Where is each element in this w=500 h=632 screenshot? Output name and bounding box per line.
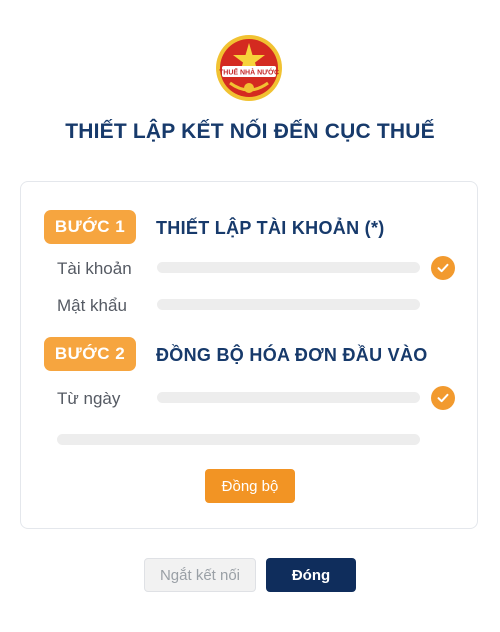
sync-button[interactable]: Đồng bộ: [205, 469, 295, 503]
tax-emblem-logo: THUẾ NHÀ NƯỚC: [214, 33, 284, 103]
from-date-label: Từ ngày: [57, 389, 121, 408]
disconnect-button[interactable]: Ngắt kết nối: [144, 558, 256, 592]
account-verified-check-icon: [431, 256, 455, 280]
page-title: THIẾT LẬP KẾT NỐI ĐẾN CỤC THUẾ: [65, 120, 435, 143]
sync-progress-bar: [57, 434, 420, 445]
account-label: Tài khoản: [57, 259, 132, 278]
password-field[interactable]: [157, 299, 420, 310]
from-date-field[interactable]: [157, 392, 420, 403]
close-button[interactable]: Đóng: [266, 558, 356, 592]
from-date-verified-check-icon: [431, 386, 455, 410]
connection-dialog: THUẾ NHÀ NƯỚC THIẾT LẬP KẾT NỐI ĐẾN CỤC …: [0, 0, 500, 632]
account-field[interactable]: [157, 262, 420, 273]
step2-title: ĐỒNG BỘ HÓA ĐƠN ĐẦU VÀO: [156, 345, 428, 365]
step1-title: THIẾT LẬP TÀI KHOẢN (*): [156, 218, 385, 238]
step1-badge: BƯỚC 1: [44, 210, 136, 244]
password-label: Mật khẩu: [57, 296, 127, 315]
step2-badge: BƯỚC 2: [44, 337, 136, 371]
